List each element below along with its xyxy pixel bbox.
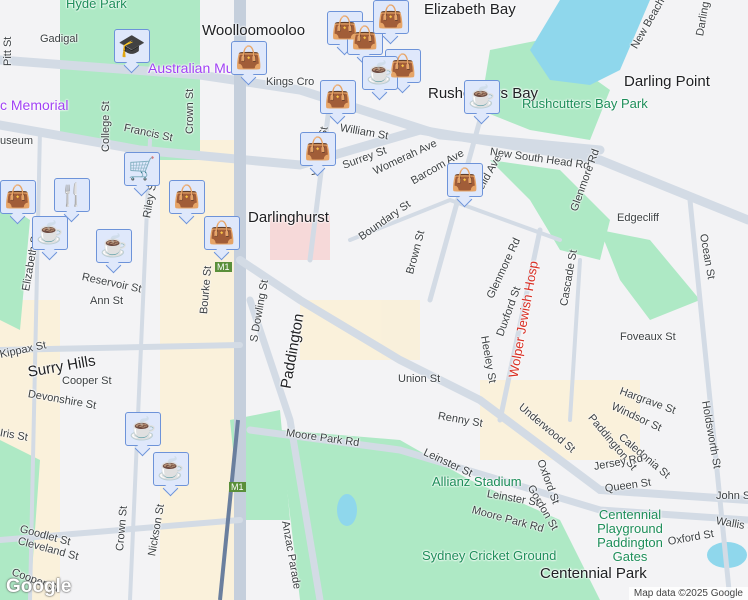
map-label: Foveaux St [620,331,676,343]
cafe-icon: ☕ [100,233,128,258]
map-label: Allianz Stadium [432,474,522,489]
map-label: Woolloomooloo [202,22,306,39]
map-label: Centennial Park [540,565,647,582]
map-label: M1 [215,262,232,272]
map-label: Australian Mu [148,60,234,76]
map-label: c Memorial [0,97,69,113]
map-label: useum [0,135,34,147]
cafe-icon: ☕ [366,60,394,85]
shopping-icon: 👜 [173,184,201,209]
cafe-pin[interactable]: ☕ [362,56,398,90]
map-label: Darling Point [624,73,710,90]
shopping-pin[interactable]: 👜 [0,180,36,214]
map-attribution[interactable]: Map data ©2025 Google [628,587,748,600]
google-logo: Google [6,576,72,597]
map-label: Cooper St [62,375,112,387]
map-label: College St [100,101,112,152]
map-label: Kings Cro [266,76,315,88]
map-label: Darlinghurst [248,209,329,226]
map-label: Gadigal [40,33,78,45]
cafe-icon: ☕ [157,456,185,481]
map-label: Hyde Park [66,0,127,11]
map-label: Union St [398,373,441,385]
school-pin[interactable]: 🎓 [114,29,150,63]
map-label: M1 [229,482,246,492]
cafe-icon: ☕ [36,220,64,245]
shopping-icon: 👜 [4,184,32,209]
shopping-icon: 👜 [324,84,352,109]
cafe-icon: ☕ [129,416,157,441]
shopping-icon: 👜 [451,167,479,192]
cafe-pin[interactable]: ☕ [153,452,189,486]
map-label: Pitt St [2,36,14,66]
restaurant-pin[interactable]: 🍴 [54,178,90,212]
map-label: Sydney Cricket Ground [422,548,557,563]
shopping-pin[interactable]: 👜 [373,0,409,34]
cafe-pin[interactable]: ☕ [464,80,500,114]
map-label: Crown St [184,88,196,134]
cart-icon: 🛒 [128,156,156,181]
shopping-pin[interactable]: 👜 [204,216,240,250]
shopping-icon: 👜 [351,25,379,50]
shopping-icon: 👜 [304,136,332,161]
cafe-pin[interactable]: ☕ [32,216,68,250]
shopping-pin[interactable]: 👜 [447,163,483,197]
restaurant-icon: 🍴 [58,182,86,207]
cafe-pin[interactable]: ☕ [96,229,132,263]
map-label: Edgecliff [617,212,659,224]
map-label: John St [716,490,748,502]
shopping-pin[interactable]: 👜 [320,80,356,114]
cart-pin[interactable]: 🛒 [124,152,160,186]
shopping-icon: 👜 [235,45,263,70]
map-label: Elizabeth Bay [424,1,516,18]
map-label: Centennial Playground Paddington Gates [597,507,663,564]
shopping-pin[interactable]: 👜 [169,180,205,214]
shopping-pin[interactable]: 👜 [231,41,267,75]
shopping-pin[interactable]: 👜 [300,132,336,166]
shopping-icon: 👜 [208,220,236,245]
cafe-icon: ☕ [468,84,496,109]
map-label: Rushcutters Bay Park [522,96,648,111]
shopping-icon: 👜 [377,4,405,29]
map-label: Ann St [90,295,124,307]
cafe-pin[interactable]: ☕ [125,412,161,446]
school-icon: 🎓 [118,33,146,58]
